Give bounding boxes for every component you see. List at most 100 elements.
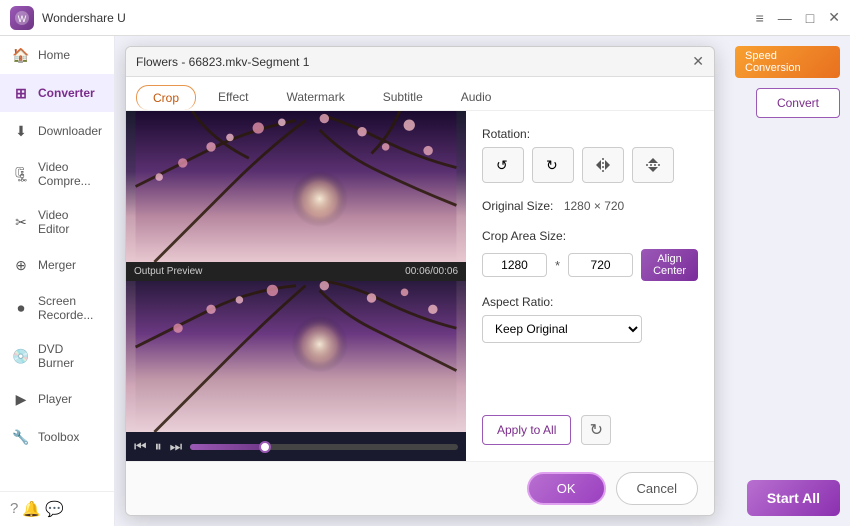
video-editor-icon: ✂: [12, 213, 30, 231]
sidebar-item-label: Converter: [38, 86, 95, 100]
sidebar-item-label: Toolbox: [38, 430, 79, 444]
dialog-close-button[interactable]: ✕: [692, 53, 704, 70]
rotation-buttons: ↺ ↻: [482, 147, 698, 183]
crop-height-input[interactable]: [568, 253, 633, 277]
svg-text:↺: ↺: [496, 157, 508, 173]
rotation-section: Rotation: ↺ ↻: [482, 127, 698, 183]
svg-text:↻: ↻: [546, 157, 558, 173]
app-icon: W: [10, 6, 34, 30]
right-panel: Speed Conversion Convert Start All: [725, 36, 850, 526]
notification-button[interactable]: 🔔: [22, 500, 41, 518]
sidebar-item-label: Home: [38, 48, 70, 62]
sidebar-item-toolbox[interactable]: 🔧 Toolbox: [0, 418, 114, 456]
original-size-section: Original Size: 1280 × 720: [482, 197, 698, 215]
start-all-button[interactable]: Start All: [747, 480, 840, 516]
sidebar-item-dvd-burner[interactable]: 💿 DVD Burner: [0, 332, 114, 380]
video-divider: Output Preview 00:06/00:06: [126, 262, 466, 281]
sidebar-item-label: Video Editor: [38, 208, 102, 236]
multiply-sign: *: [555, 258, 560, 273]
reset-icon: ↻: [590, 420, 603, 440]
speed-badge: Speed Conversion: [735, 46, 840, 78]
sidebar-item-video-editor[interactable]: ✂ Video Editor: [0, 198, 114, 246]
title-bar-controls: ≡ — □ ✕: [756, 9, 840, 26]
crop-width-input[interactable]: [482, 253, 547, 277]
bottom-buttons: Apply to All ↻: [482, 415, 698, 445]
main-layout: 🏠 Home ⊞ Converter ⬇ Downloader 🗜 Video …: [0, 36, 850, 526]
rotate-cw-button[interactable]: ↻: [532, 147, 574, 183]
downloader-icon: ⬇: [12, 122, 30, 140]
sidebar-item-video-compress[interactable]: 🗜 Video Compre...: [0, 150, 114, 198]
flip-horizontal-button[interactable]: [582, 147, 624, 183]
close-button[interactable]: ✕: [828, 9, 840, 26]
output-preview-label: Output Preview: [134, 266, 202, 277]
app-title: Wondershare U: [42, 11, 126, 25]
skip-back-button[interactable]: ⏮: [134, 438, 147, 455]
menu-button[interactable]: ≡: [756, 9, 764, 26]
dialog-title-bar: Flowers - 66823.mkv-Segment 1 ✕: [126, 47, 714, 77]
chat-button[interactable]: 💬: [45, 500, 64, 518]
rotation-label: Rotation:: [482, 127, 698, 141]
rotate-ccw-button[interactable]: ↺: [482, 147, 524, 183]
video-area: Output Preview 00:06/00:06: [126, 111, 466, 461]
converter-icon: ⊞: [12, 84, 30, 102]
pause-button[interactable]: ⏸: [155, 438, 162, 455]
video-controls: ⏮ ⏸ ⏭: [126, 432, 466, 461]
video-compress-icon: 🗜: [12, 165, 30, 183]
ok-button[interactable]: OK: [527, 472, 606, 505]
content-area: Flowers - 66823.mkv-Segment 1 ✕ Crop Eff…: [115, 36, 850, 526]
toolbox-icon: 🔧: [12, 428, 30, 446]
align-center-button[interactable]: Align Center: [641, 249, 698, 281]
dialog-settings-panel: Rotation: ↺ ↻: [466, 111, 714, 461]
sidebar-item-label: DVD Burner: [38, 342, 102, 370]
tab-effect[interactable]: Effect: [202, 85, 264, 110]
tab-watermark[interactable]: Watermark: [270, 85, 360, 110]
video-timestamp: 00:06/00:06: [405, 266, 458, 277]
progress-thumb: [259, 441, 271, 453]
tab-subtitle[interactable]: Subtitle: [367, 85, 439, 110]
sidebar: 🏠 Home ⊞ Converter ⬇ Downloader 🗜 Video …: [0, 36, 115, 526]
progress-bar[interactable]: [190, 444, 458, 450]
sidebar-item-home[interactable]: 🏠 Home: [0, 36, 114, 74]
dialog-title: Flowers - 66823.mkv-Segment 1: [136, 55, 309, 69]
crop-area-label: Crop Area Size:: [482, 229, 698, 243]
sidebar-bottom: ? 🔔 💬: [0, 491, 114, 526]
aspect-ratio-section: Aspect Ratio: Keep Original 16:9 4:3 1:1…: [482, 295, 698, 343]
title-bar: W Wondershare U ≡ — □ ✕: [0, 0, 850, 36]
sidebar-item-label: Player: [38, 392, 72, 406]
sidebar-item-label: Screen Recorde...: [38, 294, 102, 322]
sidebar-item-label: Downloader: [38, 124, 102, 138]
sidebar-item-converter[interactable]: ⊞ Converter: [0, 74, 114, 112]
sidebar-item-downloader[interactable]: ⬇ Downloader: [0, 112, 114, 150]
cancel-button[interactable]: Cancel: [616, 472, 698, 505]
sidebar-item-merger[interactable]: ⊕ Merger: [0, 246, 114, 284]
dialog-and-right: Flowers - 66823.mkv-Segment 1 ✕ Crop Eff…: [115, 36, 850, 526]
dvd-burner-icon: 💿: [12, 347, 30, 365]
flip-vertical-button[interactable]: [632, 147, 674, 183]
aspect-ratio-select[interactable]: Keep Original 16:9 4:3 1:1 9:16: [482, 315, 642, 343]
maximize-button[interactable]: □: [806, 9, 814, 26]
tab-crop[interactable]: Crop: [136, 85, 196, 110]
crop-dialog: Flowers - 66823.mkv-Segment 1 ✕ Crop Eff…: [125, 46, 715, 516]
merger-icon: ⊕: [12, 256, 30, 274]
tab-audio[interactable]: Audio: [445, 85, 508, 110]
right-spacer: [735, 128, 840, 470]
convert-button[interactable]: Convert: [756, 88, 840, 118]
video-preview-bottom: [126, 281, 466, 432]
dialog-tabs: Crop Effect Watermark Subtitle Audio: [126, 77, 714, 111]
sidebar-item-player[interactable]: ▶ Player: [0, 380, 114, 418]
original-size-value: 1280 × 720: [564, 199, 624, 213]
crop-inputs: * Align Center: [482, 249, 698, 281]
reset-button[interactable]: ↻: [581, 415, 611, 445]
title-bar-left: W Wondershare U: [10, 6, 126, 30]
dialog-footer: OK Cancel: [126, 461, 714, 515]
home-icon: 🏠: [12, 46, 30, 64]
screen-recorder-icon: ⏺: [12, 299, 30, 317]
apply-all-button[interactable]: Apply to All: [482, 415, 571, 445]
video-preview-top: [126, 111, 466, 262]
player-icon: ▶: [12, 390, 30, 408]
minimize-button[interactable]: —: [778, 9, 792, 26]
sidebar-item-screen-recorder[interactable]: ⏺ Screen Recorde...: [0, 284, 114, 332]
original-size-label: Original Size:: [482, 199, 553, 213]
skip-forward-button[interactable]: ⏭: [170, 438, 183, 455]
help-button[interactable]: ?: [10, 500, 18, 518]
